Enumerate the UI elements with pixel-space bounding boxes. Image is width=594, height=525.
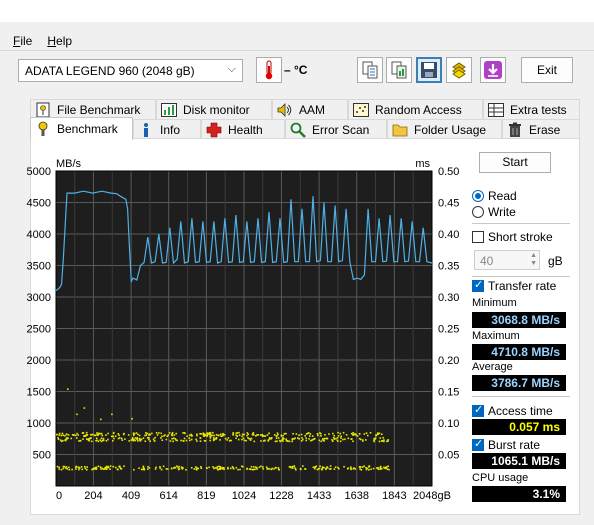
transfer-rate-checkbox[interactable]: Transfer rate <box>472 278 557 293</box>
tab-extra-tests[interactable]: Extra tests <box>483 99 580 119</box>
save-button[interactable] <box>416 57 442 83</box>
trash-icon <box>507 122 523 138</box>
transfer-rate-label: Transfer rate <box>488 279 557 293</box>
divider <box>472 276 570 277</box>
read-radio-indicator <box>472 190 484 202</box>
disk-monitor-icon <box>161 102 177 118</box>
drive-select[interactable]: ADATA LEGEND 960 (2048 gB) ⌵ <box>18 59 243 82</box>
options-button[interactable] <box>446 57 472 83</box>
spinner-arrows-icon[interactable]: ▲ ▼ <box>530 252 537 268</box>
tab-label: Disk monitor <box>183 102 250 117</box>
tab-random-access[interactable]: Random Access <box>348 99 483 119</box>
short-stroke-spinner[interactable]: 40 ▲ ▼ <box>474 250 540 270</box>
tab-label: Random Access <box>375 102 462 117</box>
tab-disk-monitor[interactable]: Disk monitor <box>156 99 272 119</box>
minimum-label: Minimum <box>472 297 517 309</box>
tab-label: Health <box>228 122 263 137</box>
access-time-value: 0.057 ms <box>472 419 566 435</box>
tab-health[interactable]: Health <box>201 119 285 139</box>
cpu-usage-label: CPU usage <box>472 472 529 484</box>
access-time-check <box>472 403 484 417</box>
chevron-down-icon: ⌵ <box>227 63 236 75</box>
tab-label: Benchmark <box>57 122 118 136</box>
divider <box>472 396 570 397</box>
tab-file-benchmark[interactable]: File Benchmark <box>30 99 156 119</box>
short-stroke-label: Short stroke <box>488 230 553 244</box>
access-time-label: Access time <box>488 404 553 418</box>
speaker-icon <box>277 102 293 118</box>
save-icon <box>421 62 437 78</box>
tab-label: Info <box>160 122 181 137</box>
average-label: Average <box>472 361 513 373</box>
divider <box>472 223 570 224</box>
download-icon <box>484 61 502 79</box>
maximum-label: Maximum <box>472 330 520 342</box>
write-radio-indicator <box>472 206 484 218</box>
options-icon <box>452 62 466 79</box>
magnifier-icon <box>290 122 306 138</box>
burst-rate-checkbox[interactable]: Burst rate <box>472 437 541 452</box>
tab-benchmark[interactable]: Benchmark <box>30 117 133 140</box>
thermometer-icon <box>265 60 273 80</box>
short-stroke-check <box>472 231 484 243</box>
copy-screenshot-button[interactable] <box>386 57 412 83</box>
tab-label: Folder Usage <box>414 122 487 137</box>
temperature-icon[interactable] <box>256 57 282 83</box>
tab-error-scan[interactable]: Error Scan <box>285 119 387 139</box>
tab-label: File Benchmark <box>57 102 141 117</box>
toolbar-separator <box>0 50 594 51</box>
burst-rate-check <box>472 437 484 451</box>
short-stroke-checkbox[interactable]: Short stroke <box>472 230 553 244</box>
read-radio[interactable]: Read <box>472 189 517 203</box>
health-cross-icon <box>206 122 222 138</box>
menu-help[interactable]: Help <box>39 30 79 50</box>
minimum-value: 3068.8 MB/s <box>472 312 566 328</box>
random-access-icon <box>353 102 369 118</box>
short-stroke-value: 40 <box>480 254 494 268</box>
copy-info-button[interactable] <box>357 57 383 83</box>
access-time-checkbox[interactable]: Access time <box>472 403 553 418</box>
tab-label: Erase <box>529 122 561 137</box>
tab-row-bottom: Benchmark Info Health Error Scan Folder … <box>30 117 580 140</box>
start-button[interactable]: Start <box>479 152 551 173</box>
copy-screenshot-icon <box>391 61 407 79</box>
file-benchmark-icon <box>35 102 51 118</box>
extra-tests-icon <box>488 102 504 118</box>
download-button[interactable] <box>480 57 506 83</box>
burst-rate-value: 1065.1 MB/s <box>472 453 566 469</box>
drive-select-value: ADATA LEGEND 960 (2048 gB) <box>25 64 195 78</box>
copy-info-icon <box>362 61 378 79</box>
temperature-readout: – °C <box>284 63 308 77</box>
tab-erase[interactable]: Erase <box>502 119 580 139</box>
tab-aam[interactable]: AAM <box>272 99 348 119</box>
exit-button[interactable]: Exit <box>521 57 573 83</box>
maximum-value: 4710.8 MB/s <box>472 344 566 360</box>
tab-label: AAM <box>299 102 326 117</box>
read-radio-label: Read <box>488 189 517 203</box>
tab-info[interactable]: Info <box>133 119 201 139</box>
benchmark-icon <box>35 121 51 137</box>
tab-label: Error Scan <box>312 122 370 137</box>
burst-rate-label: Burst rate <box>488 438 541 452</box>
cpu-usage-value: 3.1% <box>472 486 566 502</box>
tab-label: Extra tests <box>510 102 567 117</box>
transfer-rate-check <box>472 278 484 292</box>
folder-icon <box>392 122 408 138</box>
tab-folder-usage[interactable]: Folder Usage <box>387 119 502 139</box>
short-stroke-unit: gB <box>548 254 563 268</box>
write-radio-label: Write <box>488 205 516 219</box>
write-radio[interactable]: Write <box>472 205 516 219</box>
average-value: 3786.7 MB/s <box>472 375 566 391</box>
menu-file[interactable]: File <box>0 30 39 50</box>
title-bar <box>0 0 594 22</box>
menu-bar: File Help <box>0 30 594 50</box>
tab-row-top: File Benchmark Disk monitor AAM Random A… <box>30 99 580 119</box>
info-icon <box>138 122 154 138</box>
